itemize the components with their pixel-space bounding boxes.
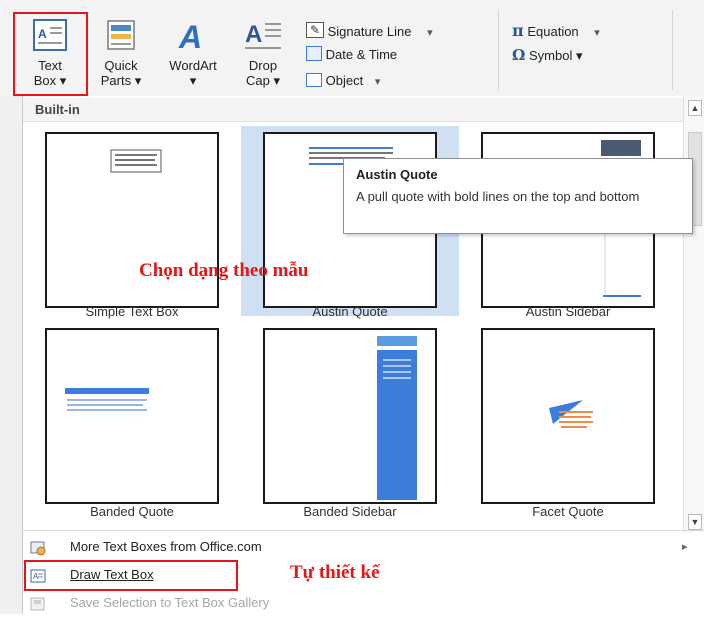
equation-dropdown-icon: ▾ [594, 27, 600, 39]
signature-line-icon: ✎ [306, 22, 324, 38]
signature-line-label: Signature Line [327, 24, 412, 39]
austin-quote-tooltip: Austin Quote A pull quote with bold line… [343, 158, 693, 234]
calendar-icon [306, 46, 322, 61]
gallery-item-banded-sidebar[interactable]: Banded Sidebar [241, 322, 459, 519]
quick-parts-label: Quick [104, 58, 138, 73]
object-icon [306, 73, 322, 87]
template-annotation: Chọn dạng theo mẫu [139, 260, 309, 281]
equation-label: Equation [527, 24, 579, 39]
text-box-highlight [13, 12, 88, 96]
custom-annotation: Tự thiết kế [290, 562, 380, 583]
office-com-icon [30, 539, 46, 556]
svg-text:A: A [245, 21, 262, 48]
save-selection-label: Save Selection to Text Box Gallery [70, 595, 270, 610]
save-selection-item: Save Selection to Text Box Gallery [22, 590, 704, 616]
object-dropdown-icon: ▾ [374, 76, 381, 88]
facet-quote-preview [481, 328, 655, 504]
tooltip-description: A pull quote with bold lines on the top … [356, 189, 640, 204]
gallery-item-simple-text-box[interactable]: Simple Text Box [23, 126, 241, 319]
more-text-boxes-item[interactable]: More Text Boxes from Office.com ▸ [22, 534, 704, 560]
wordart-label: WordArt [169, 58, 217, 73]
gallery-item-banded-quote[interactable]: Banded Quote [23, 322, 241, 519]
ribbon-separator [498, 10, 499, 90]
wordart-icon: A [178, 19, 202, 52]
gallery-item-label: Simple Text Box [85, 304, 179, 319]
quick-parts-button[interactable]: Quick Parts ▾ [92, 14, 150, 94]
signature-line-dropdown-icon: ▾ [427, 27, 433, 39]
drop-cap-dropdown-label: Cap ▾ [246, 73, 280, 88]
gallery-item-label: Austin Quote [312, 304, 388, 319]
wordart-dropdown-label: ▾ [189, 73, 197, 88]
symbol-label: Symbol ▾ [528, 48, 583, 63]
date-time-label: Date & Time [325, 47, 398, 62]
symbol-button[interactable]: Ω Symbol ▾ [512, 46, 582, 64]
gallery-item-label: Facet Quote [532, 504, 604, 519]
signature-line-button[interactable]: ✎ Signature Line ▾ [306, 22, 433, 40]
submenu-arrow-icon: ▸ [682, 541, 688, 553]
quick-parts-icon [107, 20, 135, 50]
drop-cap-button[interactable]: A Drop Cap ▾ [236, 14, 290, 94]
object-button[interactable]: Object ▾ [306, 72, 380, 90]
menu-separator [22, 530, 704, 531]
gallery-item-facet-quote[interactable]: Facet Quote [459, 322, 677, 519]
ribbon: A Text Box ▾ Quick Parts ▾ A WordArt ▾ A [0, 0, 704, 97]
svg-text:A: A [178, 19, 202, 52]
object-label: Object [325, 73, 364, 88]
document-edge [0, 96, 22, 614]
built-in-header: Built-in [23, 98, 683, 122]
banded-quote-preview [45, 328, 219, 504]
ribbon-separator-right [672, 10, 673, 90]
drop-cap-icon: A [245, 21, 281, 49]
save-gallery-icon [30, 595, 46, 611]
banded-sidebar-preview [263, 328, 437, 504]
equation-button[interactable]: π Equation ▾ [512, 22, 600, 40]
tooltip-title: Austin Quote [356, 167, 438, 182]
quick-parts-dropdown-label: Parts ▾ [100, 73, 142, 88]
date-time-button[interactable]: Date & Time [306, 46, 397, 64]
omega-icon: Ω [512, 46, 526, 64]
scroll-up-icon[interactable]: ▲ [688, 100, 702, 116]
gallery-item-label: Austin Sidebar [525, 304, 611, 319]
draw-text-box-highlight [24, 560, 238, 591]
wordart-button[interactable]: A WordArt ▾ [156, 14, 230, 94]
gallery-item-label: Banded Quote [90, 504, 174, 519]
drop-cap-label: Drop [248, 58, 278, 73]
pi-icon: π [512, 21, 524, 40]
gallery-item-label: Banded Sidebar [303, 504, 397, 519]
scroll-down-icon[interactable]: ▼ [688, 514, 702, 530]
more-text-boxes-label: More Text Boxes from Office.com [70, 539, 262, 554]
